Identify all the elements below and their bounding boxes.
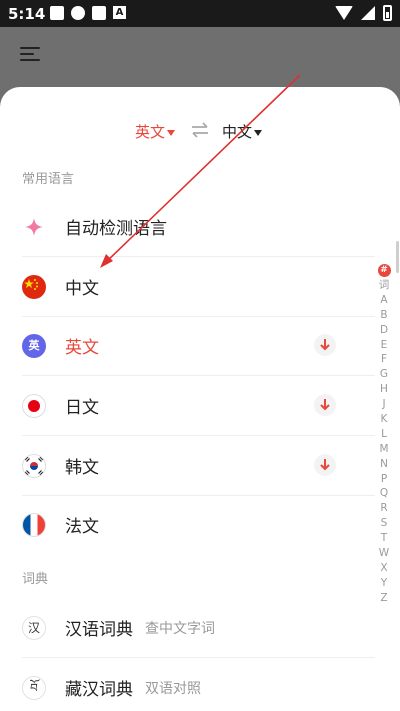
language-sheet: 英文 中文 常用语言 自动检测语言 中文 英 英文 日文 韩文 法文 词典 汉 … (0, 87, 400, 711)
index-letter[interactable]: W (379, 546, 389, 561)
dictionary-subtitle: 查中文字词 (145, 620, 215, 637)
swap-icon[interactable] (191, 122, 209, 138)
language-item-chinese[interactable]: 中文 (22, 257, 375, 317)
status-bar: 5:14 A (0, 0, 400, 27)
dictionary-subtitle: 双语对照 (145, 680, 201, 697)
menu-icon[interactable] (20, 47, 40, 61)
dictionary-item-chinese[interactable]: 汉 汉语词典 查中文字词 (22, 598, 375, 658)
alphabet-index[interactable]: # 词 ABDEFGHJKLMNPQRSTWXYZ (376, 264, 392, 606)
index-letter[interactable]: Y (381, 576, 387, 591)
system-icons (335, 5, 392, 21)
index-letter[interactable]: F (381, 352, 387, 367)
signal-icon (361, 6, 375, 20)
index-letter[interactable]: X (380, 561, 387, 576)
download-icon[interactable] (314, 334, 336, 356)
korea-flag-icon (22, 453, 46, 478)
notification-icons: A (50, 6, 126, 20)
section-title-dictionary: 词典 (22, 572, 49, 587)
index-letter[interactable]: L (381, 427, 387, 442)
language-label: 英文 (65, 338, 99, 358)
language-switch: 英文 中文 (0, 121, 400, 141)
language-item-japanese[interactable]: 日文 (22, 376, 375, 436)
caret-down-icon (254, 129, 263, 136)
scrollbar[interactable] (396, 241, 399, 273)
source-language-selector[interactable]: 英文 (135, 121, 176, 142)
download-icon[interactable] (314, 454, 336, 476)
index-letter[interactable]: A (380, 293, 387, 308)
index-letter[interactable]: B (380, 308, 387, 323)
index-letter[interactable]: T (381, 531, 387, 546)
app-icon (92, 6, 106, 20)
language-label: 法文 (65, 517, 99, 537)
download-icon[interactable] (314, 394, 336, 416)
status-time: 5:14 (8, 5, 46, 23)
dictionary-item-tibetan[interactable]: བོ 藏汉词典 双语对照 (22, 658, 375, 711)
sparkle-icon (22, 215, 46, 239)
index-letter[interactable]: Z (380, 591, 387, 606)
index-letter[interactable]: D (380, 323, 388, 338)
app-header (0, 27, 400, 87)
france-flag-icon (22, 512, 46, 537)
target-language-label: 中文 (222, 123, 253, 141)
index-letter[interactable]: R (380, 501, 387, 516)
tibetan-dictionary-icon: བོ (22, 675, 46, 700)
english-badge-icon: 英 (22, 333, 46, 358)
language-label: 日文 (65, 398, 99, 418)
china-flag-icon (22, 274, 46, 299)
chinese-dictionary-icon: 汉 (22, 615, 46, 640)
index-letter[interactable]: E (381, 338, 388, 353)
dictionary-label: 藏汉词典 (65, 680, 133, 700)
index-letter[interactable]: Q (380, 486, 388, 501)
index-letter[interactable]: J (382, 397, 385, 412)
a-badge-icon: A (113, 6, 126, 19)
index-letter[interactable]: P (381, 472, 387, 487)
battery-icon (383, 5, 392, 21)
japan-flag-icon (22, 393, 46, 418)
caret-down-icon (167, 129, 176, 136)
dictionary-label: 汉语词典 (65, 620, 133, 640)
index-letter[interactable]: M (379, 442, 388, 457)
language-item-korean[interactable]: 韩文 (22, 436, 375, 496)
index-hash[interactable]: # (377, 264, 391, 277)
index-letter[interactable]: S (381, 516, 388, 531)
index-letter[interactable]: K (381, 412, 388, 427)
gallery-icon (50, 6, 64, 20)
index-letter[interactable]: G (380, 367, 388, 382)
index-ci[interactable]: 词 (379, 278, 390, 293)
language-item-french[interactable]: 法文 (22, 495, 375, 554)
index-letter[interactable]: H (380, 382, 388, 397)
language-item-auto[interactable]: 自动检测语言 (22, 197, 375, 257)
target-language-selector[interactable]: 中文 (222, 121, 263, 142)
index-letter[interactable]: N (380, 457, 388, 472)
circle-icon (71, 6, 85, 20)
language-item-english[interactable]: 英 英文 (22, 316, 375, 376)
language-label: 自动检测语言 (65, 219, 167, 239)
language-label: 韩文 (65, 458, 99, 478)
language-label: 中文 (65, 279, 99, 299)
source-language-label: 英文 (135, 123, 166, 141)
wifi-icon (335, 6, 353, 20)
section-title-common: 常用语言 (22, 172, 75, 187)
